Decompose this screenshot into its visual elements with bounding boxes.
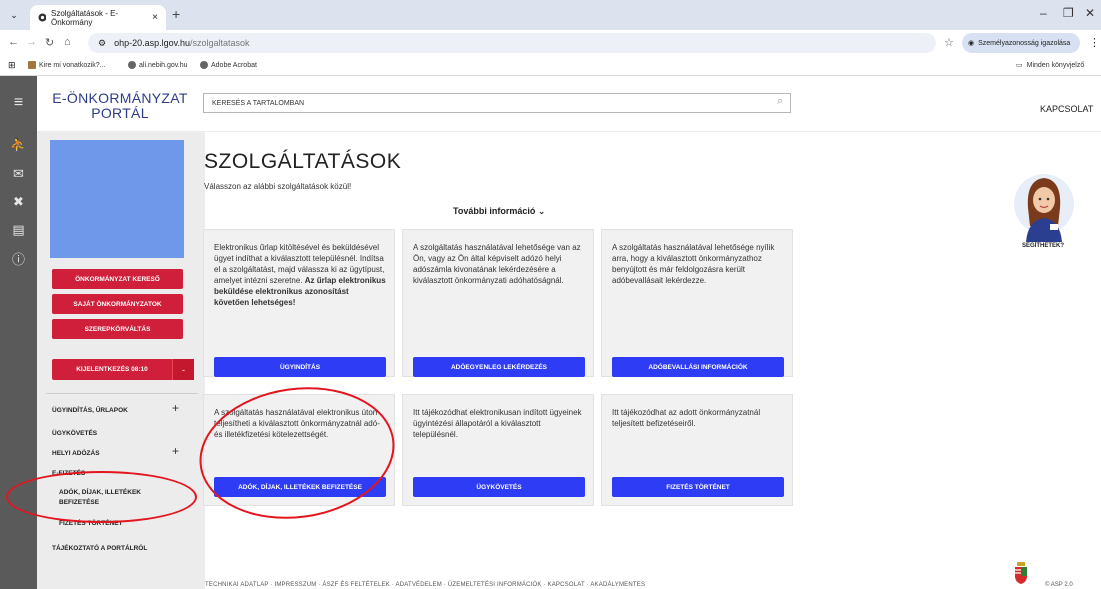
forward-icon[interactable]: → — [26, 36, 37, 48]
minimize-icon[interactable]: – — [1040, 6, 1047, 20]
home-icon[interactable]: ⌂ — [64, 36, 71, 48]
expand-local-tax-icon[interactable]: + — [172, 444, 179, 458]
contact-link[interactable]: KAPCSOLAT — [1040, 104, 1093, 114]
card-description: A szolgáltatás használatával lehetősége … — [413, 243, 581, 285]
close-tab-icon[interactable]: × — [152, 12, 158, 23]
mail-icon[interactable]: ✉ — [0, 166, 37, 182]
tools-icon[interactable]: ✖ — [0, 194, 37, 210]
own-municipalities-button[interactable]: SAJÁT ÖNKORMÁNYZATOK — [52, 294, 183, 314]
bookmark-item[interactable]: ali.nebih.gov.hu — [128, 61, 188, 69]
service-card-balance: A szolgáltatás használatával lehetősége … — [402, 229, 594, 377]
bookmark-label: Kire mi vonatkozik?... — [39, 61, 106, 69]
folder-icon: ▭ — [1016, 62, 1023, 69]
page-subtitle: Válasszon az alábbi szolgáltatások közül… — [204, 182, 352, 191]
role-switch-button[interactable]: SZEREPKÖRVÁLTÁS — [52, 319, 183, 339]
bookmark-favicon-icon — [128, 61, 136, 69]
search-icon[interactable]: ⌕ — [777, 95, 783, 108]
tax-return-info-button[interactable]: ADÓBEVALLÁSI INFORMÁCIÓK — [612, 357, 784, 377]
person-icon[interactable]: ⛹ — [0, 137, 37, 153]
assistant-avatar-icon[interactable] — [1012, 170, 1076, 242]
hamburger-menu-icon[interactable]: ≡ — [0, 94, 37, 112]
logout-button[interactable]: KIJELENTKEZÉS 08:10 — [52, 359, 172, 380]
card-description: A szolgáltatás használatával lehetősége … — [612, 243, 775, 285]
all-bookmarks-label: Minden könyvjelző — [1026, 61, 1085, 69]
bookmark-favicon-icon — [28, 61, 36, 69]
url-path: /szolgaltatasok — [189, 38, 250, 48]
new-tab-icon[interactable]: + — [172, 6, 180, 22]
bookmark-star-icon[interactable]: ☆ — [944, 36, 954, 49]
logo-line-1: E-ÖNKORMÁNYZAT — [52, 90, 188, 106]
sidebar-item-tracking[interactable]: ÜGYKÖVETÉS — [52, 430, 97, 437]
back-icon[interactable]: ← — [8, 36, 19, 48]
tab-title: Szolgáltatások - E-Önkormány — [50, 8, 119, 27]
bookmark-item[interactable]: Kire mi vonatkozik?... — [28, 61, 106, 69]
expand-forms-icon[interactable]: + — [172, 401, 179, 415]
case-tracking-button[interactable]: ÜGYKÖVETÉS — [413, 477, 585, 497]
identity-icon: ◉ — [968, 40, 975, 47]
bookmarks-bar: ⊞ Kire mi vonatkozik?... ali.nebih.gov.h… — [0, 56, 1101, 76]
logo-line-2: PORTÁL — [91, 105, 149, 121]
document-icon[interactable]: ▤ — [0, 222, 37, 238]
assistant-label: SEGÍTHETEK? — [1022, 243, 1065, 249]
hungarian-crest-icon — [1015, 562, 1027, 584]
maximize-icon[interactable]: ❐ — [1063, 6, 1074, 20]
service-card-returns: A szolgáltatás használatával lehetősége … — [601, 229, 793, 377]
tab-bar: ⌄ Szolgáltatások - E-Önkormány × + – ❐ ✕ — [0, 0, 1101, 30]
case-start-button[interactable]: ÜGYINDÍTÁS — [214, 357, 386, 377]
url-host: ohp-20.asp.lgov.hu — [114, 38, 190, 48]
tab-list-button[interactable]: ⌄ — [8, 9, 20, 21]
annotation-circle-sidebar — [6, 471, 197, 523]
page-title: SZOLGÁLTATÁSOK — [204, 150, 402, 173]
address-bar[interactable]: ⚙ ohp-20.asp.lgov.hu/szolgaltatasok — [88, 33, 936, 53]
service-card-history: Itt tájékozódhat az adott önkormányzatná… — [601, 394, 793, 506]
balance-query-button[interactable]: ADÓEGYENLEG LEKÉRDEZÉS — [413, 357, 585, 377]
sidebar-item-forms[interactable]: ÜGYINDÍTÁS, ŰRLAPOK — [52, 407, 128, 414]
card-description: Itt tájékozódhat elektronikusan indított… — [413, 408, 582, 439]
more-info-toggle[interactable]: További információ ⌄ — [453, 206, 545, 217]
logout-extend-button[interactable]: - — [172, 359, 194, 380]
bookmark-favicon-icon — [200, 61, 208, 69]
search-placeholder: KERESÉS A TARTALOMBAN — [212, 99, 305, 107]
site-info-icon[interactable]: ⚙ — [98, 38, 106, 49]
help-icon[interactable]: ⓘ — [0, 249, 37, 268]
payment-history-button[interactable]: FIZETÉS TÖRTÉNET — [612, 477, 784, 497]
footer-copyright: © ASP 2.0 — [1045, 582, 1073, 588]
search-input[interactable]: KERESÉS A TARTALOMBAN — [203, 93, 791, 113]
identity-button[interactable]: ◉ Személyazonosság igazolása — [962, 33, 1080, 53]
avatar — [50, 140, 184, 258]
municipality-search-button[interactable]: ÖNKORMÁNYZAT KERESŐ — [52, 269, 183, 289]
all-bookmarks[interactable]: ▭ Minden könyvjelző — [1016, 61, 1085, 70]
close-window-icon[interactable]: ✕ — [1085, 6, 1095, 20]
bookmark-label: Adobe Acrobat — [211, 61, 257, 69]
footer-links[interactable]: TECHNIKAI ADATLAP · IMPRESSZUM · ÁSZF ÉS… — [205, 582, 645, 588]
portal-logo[interactable]: E-ÖNKORMÁNYZAT PORTÁL — [45, 91, 195, 121]
bookmark-label: ali.nebih.gov.hu — [139, 61, 188, 69]
card-description: Elektronikus űrlap kitöltésével és bekül… — [214, 242, 386, 308]
card-description: Itt tájékozódhat az adott önkormányzatná… — [612, 408, 761, 428]
bookmark-item[interactable]: Adobe Acrobat — [200, 61, 257, 69]
service-card-case-start: Elektronikus űrlap kitöltésével és bekül… — [203, 229, 395, 377]
sidebar-item-local-tax[interactable]: HELYI ADÓZÁS — [52, 450, 100, 457]
sidebar-divider — [46, 393, 198, 394]
reload-icon[interactable]: ↻ — [45, 36, 54, 49]
browser-tab[interactable]: Szolgáltatások - E-Önkormány × — [30, 5, 166, 30]
service-card-tracking: Itt tájékozódhat elektronikusan indított… — [402, 394, 594, 506]
apps-grid-icon[interactable]: ⊞ — [8, 60, 16, 71]
sidebar-item-portal-info[interactable]: TÁJÉKOZTATÓ A PORTÁLRÓL — [52, 545, 147, 552]
browser-menu-icon[interactable]: ⋮ — [1089, 36, 1100, 49]
identity-button-label: Személyazonosság igazolása — [978, 39, 1071, 47]
site-favicon-icon — [38, 13, 46, 22]
